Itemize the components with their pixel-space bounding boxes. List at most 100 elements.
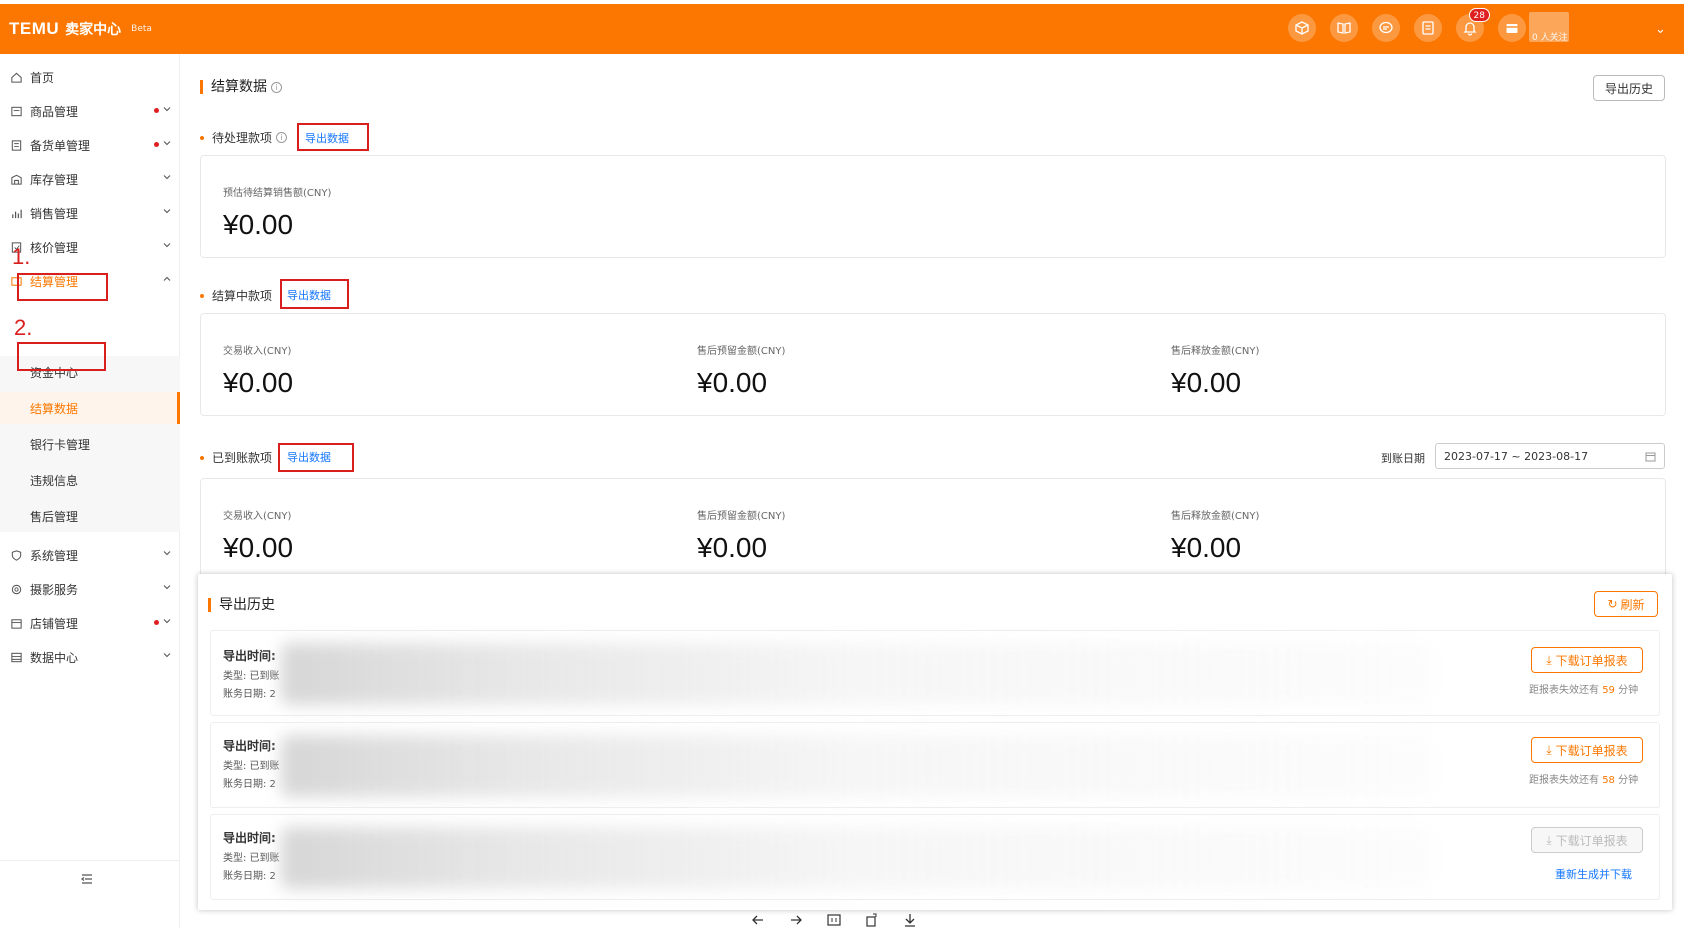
expire-text: 距报表失效还有 59 分钟 bbox=[1529, 681, 1638, 696]
download-label: 下载订单报表 bbox=[1555, 743, 1628, 758]
panel-title: 导出历史 bbox=[208, 598, 275, 612]
camera-icon bbox=[9, 582, 23, 596]
info-icon[interactable]: i bbox=[276, 132, 288, 143]
pending-title-text: 待处理款项 bbox=[212, 131, 273, 145]
refresh-button[interactable]: ↻ 刷新 bbox=[1594, 591, 1658, 617]
settling-title-text: 结算中款项 bbox=[212, 289, 273, 303]
metric-label: 售后释放金额(CNY) bbox=[1171, 511, 1260, 522]
arrival-date-range-picker[interactable]: 2023-07-17 ~ 2023-08-17 bbox=[1435, 443, 1665, 469]
export-row: 导出时间: 类型: 已到账 账务日期: 2 ⤓ 下载订单报表 bbox=[210, 814, 1660, 900]
export-date-label: 账务日期: 2 bbox=[223, 871, 276, 882]
sidebar-subitem-violations[interactable]: 违规信息 bbox=[0, 464, 180, 496]
export-type-label: 类型: 已到账 bbox=[223, 853, 280, 864]
export-history-button[interactable]: 导出历史 bbox=[1593, 75, 1665, 101]
metric-value: ¥0.00 bbox=[697, 367, 768, 398]
alert-dot bbox=[154, 620, 159, 625]
shop-icon[interactable] bbox=[1498, 14, 1526, 42]
sidebar-item-products[interactable]: 商品管理 bbox=[0, 98, 180, 124]
export-time-label: 导出时间: bbox=[223, 739, 276, 753]
expire-suffix: 分钟 bbox=[1618, 685, 1639, 696]
rotate-icon[interactable] bbox=[864, 912, 880, 928]
download-report-button[interactable]: ⤓ 下载订单报表 bbox=[1531, 737, 1643, 763]
bullet-dot bbox=[200, 293, 204, 298]
sidebar-item-label: 首页 bbox=[30, 70, 55, 85]
export-data-link-settling[interactable]: 导出数据 bbox=[287, 287, 331, 303]
metric-value: ¥0.00 bbox=[223, 367, 294, 398]
step-2-annotation: 2. bbox=[14, 315, 33, 340]
expire-text: 距报表失效还有 58 分钟 bbox=[1529, 771, 1638, 786]
download-report-button[interactable]: ⤓ 下载订单报表 bbox=[1531, 647, 1643, 673]
export-type-label: 类型: 已到账 bbox=[223, 761, 280, 772]
sidebar-item-label: 核价管理 bbox=[30, 240, 79, 255]
regenerate-download-link[interactable]: 重新生成并下载 bbox=[1555, 866, 1632, 882]
metric-label: 交易收入(CNY) bbox=[223, 346, 292, 357]
notification-badge: 28 bbox=[1468, 8, 1490, 22]
info-icon[interactable]: i bbox=[271, 82, 282, 93]
image-viewer-toolbar bbox=[750, 912, 940, 928]
chevron-down-icon bbox=[163, 107, 171, 112]
header-icon-group: 28 bbox=[1288, 8, 1540, 42]
sidebar-item-data-center[interactable]: 数据中心 bbox=[0, 644, 180, 670]
sidebar-item-store[interactable]: 店铺管理 bbox=[0, 610, 180, 636]
arrow-left-icon[interactable] bbox=[750, 912, 766, 928]
chevron-down-icon bbox=[163, 585, 171, 590]
home-icon bbox=[9, 70, 23, 84]
metric-after-sales-reserve: 售后预留金额(CNY) ¥0.00 bbox=[697, 507, 785, 564]
page-title-text: 结算数据 bbox=[211, 79, 267, 95]
arrived-card: 交易收入(CNY) ¥0.00 售后预留金额(CNY) ¥0.00 售后释放金额… bbox=[200, 478, 1666, 581]
order-icon bbox=[9, 138, 23, 152]
download-label: 下载订单报表 bbox=[1555, 653, 1628, 668]
store-icon bbox=[9, 616, 23, 630]
sidebar-item-stock-orders[interactable]: 备货单管理 bbox=[0, 132, 180, 158]
cube-icon[interactable] bbox=[1288, 14, 1316, 42]
account-follow-text: 0 人关注 bbox=[1532, 33, 1568, 43]
expire-prefix: 距报表失效还有 bbox=[1529, 775, 1599, 786]
refresh-label: 刷新 bbox=[1620, 597, 1645, 612]
metric-value: ¥0.00 bbox=[1171, 367, 1242, 398]
metric-label: 预估待结算销售额(CNY) bbox=[223, 188, 332, 199]
sidebar-subitem-settlement-data[interactable]: 结算数据 bbox=[0, 392, 180, 424]
note-icon[interactable] bbox=[1414, 14, 1442, 42]
sidebar-subitem-after-sales[interactable]: 售后管理 bbox=[0, 500, 180, 532]
sidebar-item-sales[interactable]: 销售管理 bbox=[0, 200, 180, 226]
settling-section-title: 结算中款项 bbox=[200, 287, 272, 304]
alert-dot bbox=[154, 142, 159, 147]
expire-prefix: 距报表失效还有 bbox=[1529, 685, 1599, 696]
shield-icon bbox=[9, 548, 23, 562]
beta-badge: Beta bbox=[131, 24, 152, 34]
chevron-down-icon[interactable]: ⌄ bbox=[1655, 22, 1666, 37]
temu-logo[interactable]: TEMU bbox=[9, 19, 59, 39]
bell-icon[interactable]: 28 bbox=[1456, 8, 1490, 42]
sidebar-item-label: 系统管理 bbox=[30, 548, 79, 563]
arrow-right-icon[interactable] bbox=[788, 912, 804, 928]
sidebar: 首页 商品管理 备货单管理 库存管理 销售管理 核价管理 结算管理 资金中心 结… bbox=[0, 54, 180, 928]
sidebar-item-inventory[interactable]: 库存管理 bbox=[0, 166, 180, 192]
sidebar-subitem-bank-cards[interactable]: 银行卡管理 bbox=[0, 428, 180, 460]
collapse-sidebar-icon[interactable] bbox=[80, 872, 94, 886]
sidebar-item-home[interactable]: 首页 bbox=[0, 64, 180, 90]
export-time-label: 导出时间: bbox=[223, 831, 276, 845]
sidebar-item-label: 库存管理 bbox=[30, 172, 79, 187]
export-type-label: 类型: 已到账 bbox=[223, 671, 280, 682]
chevron-down-icon bbox=[163, 619, 171, 624]
download-icon: ⤓ bbox=[1546, 652, 1552, 667]
actual-size-icon[interactable] bbox=[826, 912, 842, 928]
redacted-content bbox=[281, 735, 1431, 797]
metric-value: ¥0.00 bbox=[223, 532, 294, 563]
download-label: 下载订单报表 bbox=[1555, 833, 1628, 848]
sidebar-item-system[interactable]: 系统管理 bbox=[0, 542, 180, 568]
export-data-link-pending[interactable]: 导出数据 bbox=[305, 130, 349, 146]
export-data-link-arrived[interactable]: 导出数据 bbox=[287, 449, 331, 465]
page-title: 结算数据 i bbox=[200, 80, 282, 94]
arrived-title-text: 已到账款项 bbox=[212, 451, 273, 465]
download-icon[interactable] bbox=[902, 912, 918, 928]
sidebar-item-photo-service[interactable]: 摄影服务 bbox=[0, 576, 180, 602]
metric-trade-income: 交易收入(CNY) ¥0.00 bbox=[223, 507, 293, 564]
chevron-down-icon bbox=[163, 551, 171, 556]
alert-dot bbox=[154, 108, 159, 113]
arrival-date-label: 到账日期 bbox=[1381, 452, 1425, 465]
export-row: 导出时间: 类型: 已到账 账务日期: 2 ⤓ 下载订单报表 距报表失效还有 5… bbox=[210, 630, 1660, 716]
book-icon[interactable] bbox=[1330, 14, 1358, 42]
export-time-label: 导出时间: bbox=[223, 649, 276, 663]
chat-icon[interactable] bbox=[1372, 14, 1400, 42]
